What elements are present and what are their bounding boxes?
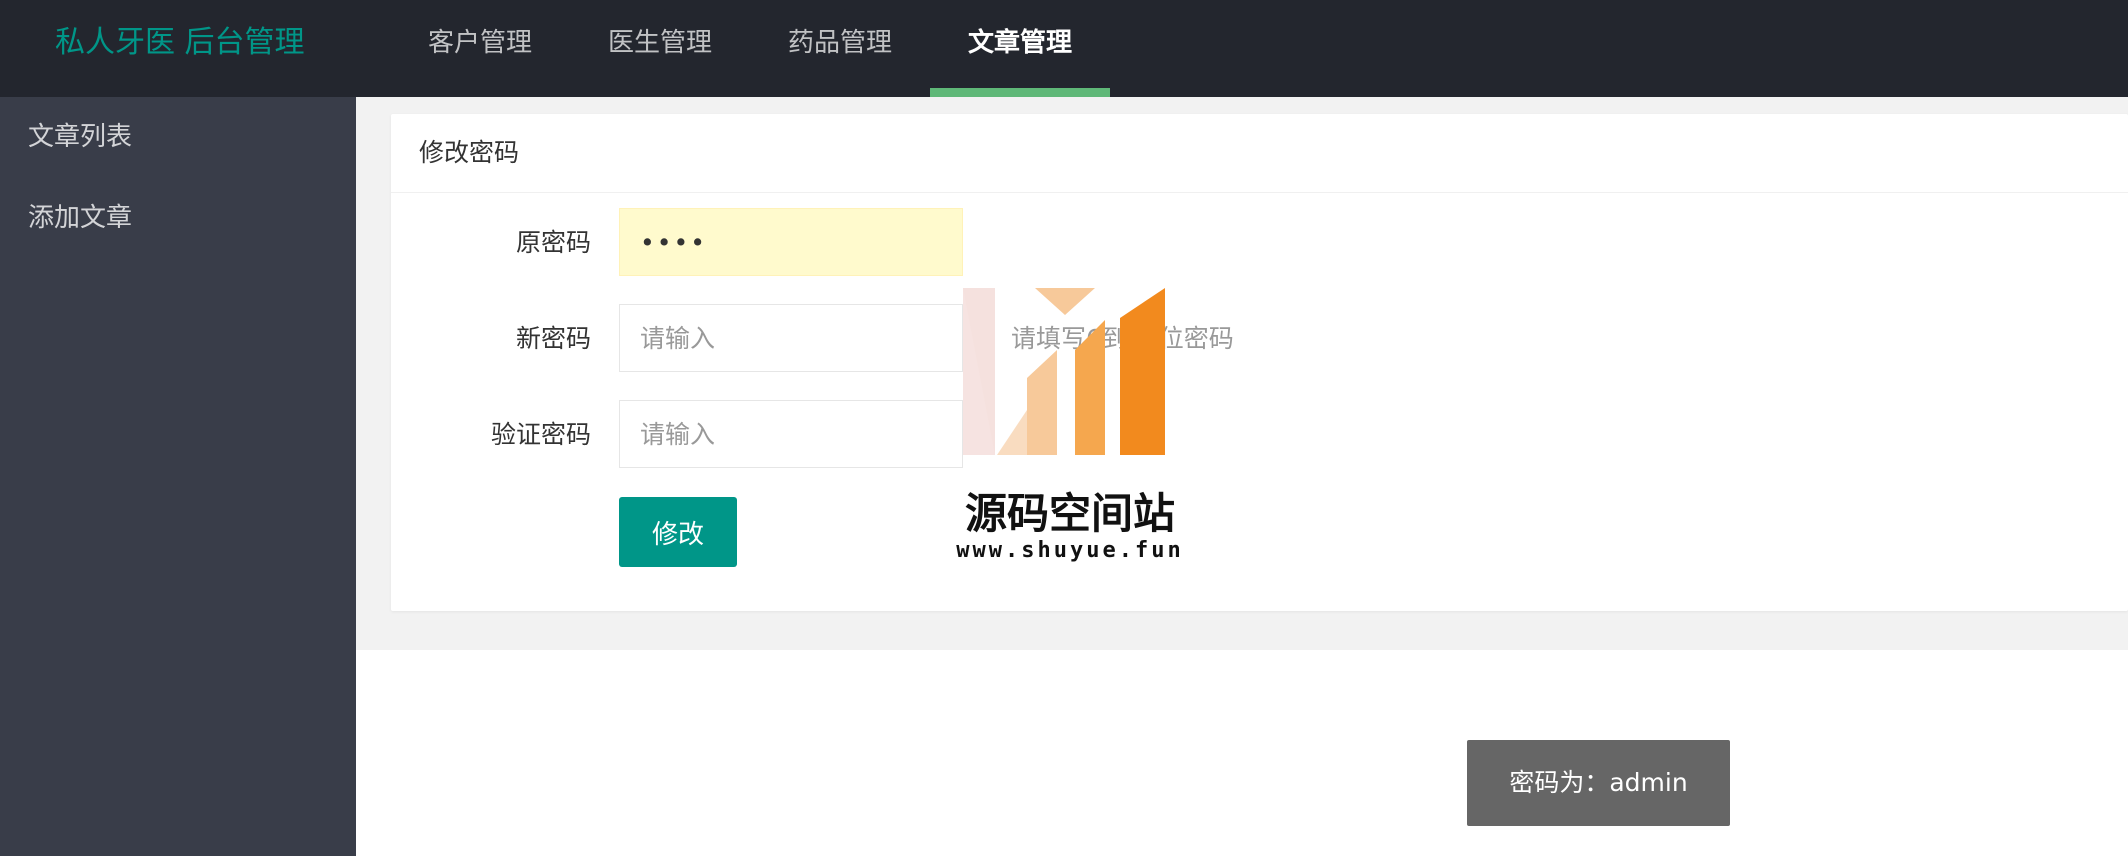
- confirm-password-label: 验证密码: [490, 420, 591, 449]
- new-password-input[interactable]: [619, 304, 963, 372]
- watermark-url: www.shuyue.fun: [956, 538, 1184, 563]
- bar-chart-logo-icon: [963, 288, 1165, 455]
- sidebar-item-article-list[interactable]: 文章列表: [0, 97, 356, 178]
- sidebar: 文章列表 添加文章: [0, 97, 356, 856]
- brand-title[interactable]: 私人牙医 后台管理: [55, 0, 305, 86]
- top-header: 私人牙医 后台管理 客户管理 医生管理 药品管理 文章管理: [0, 0, 2128, 97]
- new-password-label: 新密码: [515, 324, 591, 353]
- nav-item-medicines[interactable]: 药品管理: [750, 0, 930, 86]
- main-content: 修改密码 原密码 新密码 请填写6到12位密码 验证密码 修改: [356, 97, 2128, 856]
- old-password-input[interactable]: [619, 208, 963, 276]
- watermark-title: 源码空间站: [964, 489, 1175, 538]
- top-nav: 客户管理 医生管理 药品管理 文章管理: [390, 0, 1111, 97]
- sidebar-item-add-article[interactable]: 添加文章: [0, 178, 356, 259]
- nav-item-articles[interactable]: 文章管理: [930, 0, 1111, 97]
- old-password-label: 原密码: [515, 228, 591, 257]
- submit-button[interactable]: 修改: [619, 497, 737, 567]
- nav-item-doctors[interactable]: 医生管理: [570, 0, 750, 86]
- toast-message: 密码为：admin: [1467, 740, 1730, 826]
- change-password-card: 修改密码 原密码 新密码 请填写6到12位密码 验证密码 修改: [391, 114, 2128, 611]
- footer-area: [356, 650, 2128, 856]
- confirm-password-input[interactable]: [619, 400, 963, 468]
- nav-item-customers[interactable]: 客户管理: [390, 0, 570, 86]
- card-title: 修改密码: [391, 114, 2128, 193]
- watermark: 源码空间站 www.shuyue.fun: [955, 280, 1185, 590]
